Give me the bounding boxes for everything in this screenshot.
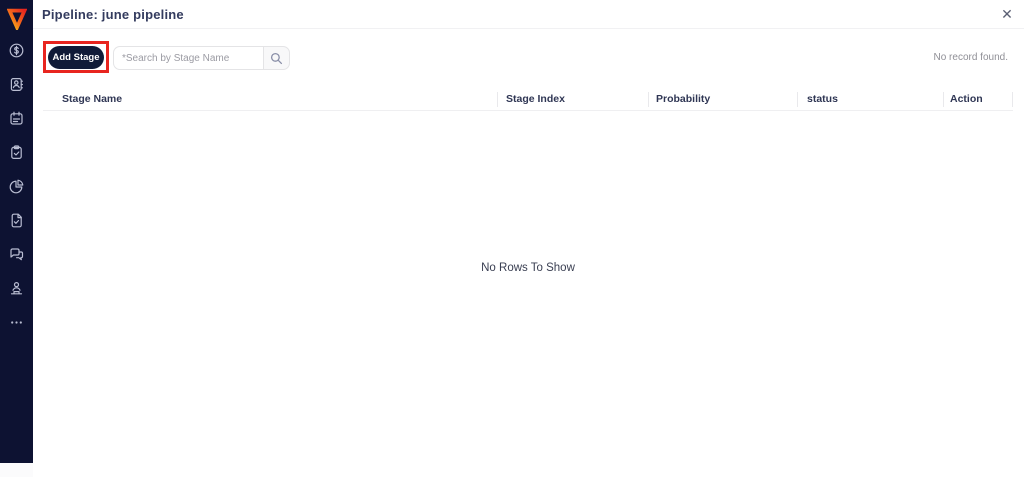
annotation-highlight-box: Add Stage (43, 41, 109, 73)
column-header-status[interactable]: status (797, 91, 943, 107)
contact-book-icon[interactable] (9, 77, 24, 92)
app-logo[interactable] (6, 7, 28, 31)
person-desk-icon[interactable] (9, 281, 24, 296)
stage-search (113, 46, 290, 70)
calendar-icon[interactable] (9, 111, 24, 126)
sidebar-bottom-gap (0, 463, 33, 477)
modal-header: Pipeline: june pipeline ✕ (33, 0, 1024, 29)
sidebar (0, 0, 33, 463)
close-icon[interactable]: ✕ (998, 5, 1016, 23)
v-triangle-logo-icon (6, 8, 27, 30)
chat-bubbles-icon[interactable] (9, 247, 24, 262)
column-header-stage-name[interactable]: Stage Name (43, 92, 497, 107)
column-header-action[interactable]: Action (943, 91, 1013, 107)
file-check-icon[interactable] (9, 213, 24, 228)
clipboard-check-icon[interactable] (9, 145, 24, 160)
search-button[interactable] (263, 46, 290, 70)
column-header-stage-index[interactable]: Stage Index (497, 91, 648, 107)
add-stage-button[interactable]: Add Stage (48, 45, 104, 69)
dollar-circle-icon[interactable] (9, 43, 24, 58)
sidebar-nav (9, 43, 24, 330)
stages-table-header: Stage Name Stage Index Probability statu… (43, 88, 1013, 111)
pie-chart-icon[interactable] (9, 179, 24, 194)
magnifier-icon (270, 52, 283, 64)
search-input[interactable] (113, 46, 263, 70)
pipeline-stages-modal: Pipeline: june pipeline ✕ Add Stage No r… (0, 0, 1024, 477)
ellipsis-icon[interactable] (9, 315, 24, 330)
page-title: Pipeline: june pipeline (42, 7, 184, 22)
column-header-probability[interactable]: Probability (648, 91, 797, 107)
empty-table-message: No Rows To Show (481, 262, 575, 274)
no-record-status: No record found. (933, 52, 1009, 63)
